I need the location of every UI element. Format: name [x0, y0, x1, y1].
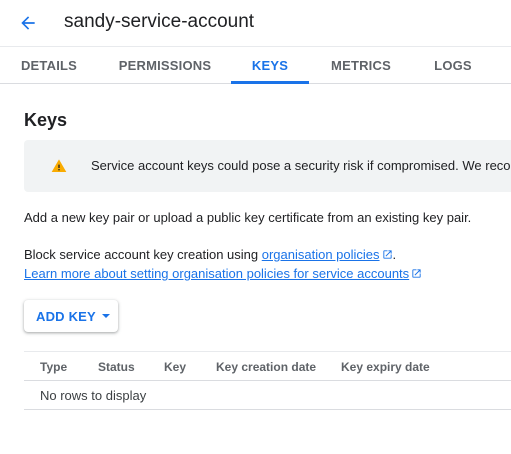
column-status[interactable]: Status — [98, 359, 135, 375]
keys-table-header: Type Status Key Key creation date Key ex… — [24, 351, 511, 381]
active-tab-indicator — [231, 81, 309, 84]
page-title: sandy-service-account — [64, 11, 255, 32]
column-key-expiry-date[interactable]: Key expiry date — [341, 359, 430, 375]
tab-bar: DETAILS PERMISSIONS KEYS METRICS LOGS — [0, 46, 511, 84]
column-type[interactable]: Type — [40, 359, 67, 375]
column-key-creation-date[interactable]: Key creation date — [216, 359, 316, 375]
service-account-page: sandy-service-account DETAILS PERMISSION… — [0, 0, 511, 454]
keys-description: Add a new key pair or upload a public ke… — [24, 210, 472, 225]
organisation-policies-link[interactable]: organisation policies — [262, 247, 380, 262]
tab-metrics[interactable]: METRICS — [321, 47, 401, 84]
block-key-creation-label: Block service account key creation using — [24, 247, 262, 262]
keys-table-empty-row: No rows to display — [24, 381, 511, 410]
learn-more-row: Learn more about setting organisation po… — [24, 266, 422, 282]
add-key-label: ADD KEY — [36, 308, 96, 324]
empty-table-message: No rows to display — [40, 388, 147, 403]
block-key-creation-suffix: . — [392, 247, 397, 262]
tab-logs[interactable]: LOGS — [420, 47, 486, 84]
arrow-back-icon — [21, 16, 35, 30]
column-key[interactable]: Key — [164, 359, 186, 375]
warning-icon — [51, 159, 67, 172]
keys-heading: Keys — [24, 110, 68, 130]
back-button[interactable] — [14, 9, 42, 37]
tab-permissions[interactable]: PERMISSIONS — [110, 47, 220, 84]
open-in-new-icon — [412, 269, 421, 278]
page-header: sandy-service-account — [0, 0, 511, 46]
caret-down-icon — [101, 314, 110, 318]
block-key-creation-text: Block service account key creation using… — [24, 247, 396, 263]
open-in-new-icon — [382, 250, 392, 259]
warning-text: Service account keys could pose a securi… — [91, 158, 511, 173]
add-key-button[interactable]: ADD KEY — [24, 300, 118, 332]
tab-details[interactable]: DETAILS — [10, 47, 88, 84]
learn-more-link[interactable]: Learn more about setting organisation po… — [24, 266, 409, 281]
tab-keys[interactable]: KEYS — [231, 47, 309, 84]
warning-banner: Service account keys could pose a securi… — [24, 140, 511, 192]
